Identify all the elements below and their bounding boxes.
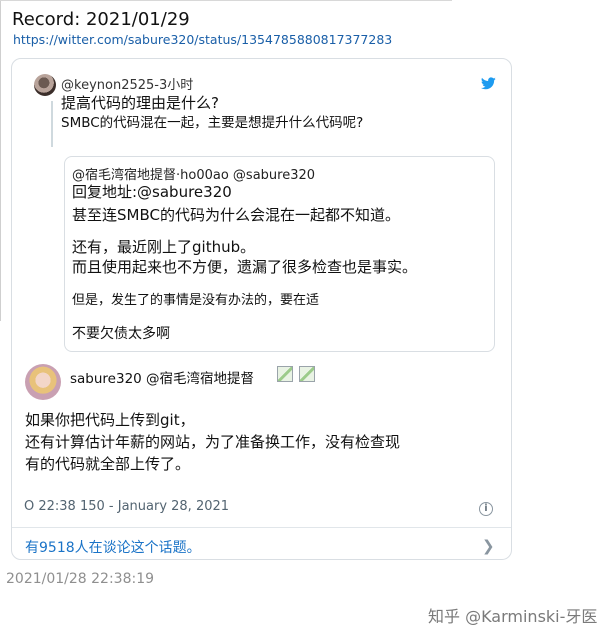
thread-connector bbox=[51, 101, 53, 147]
broken-image-icon bbox=[277, 366, 293, 382]
tweet-text-line: 如果你把代码上传到git， bbox=[25, 411, 195, 429]
embedded-reply-to: 回复地址:@sabure320 bbox=[72, 183, 232, 201]
tweet-url-link[interactable]: https://witter.com/sabure320/status/1354… bbox=[13, 32, 392, 47]
author-name[interactable]: sabure320 @宿毛湾宿地提督 bbox=[70, 367, 254, 387]
window-edge-top bbox=[0, 0, 452, 1]
quoted-handle[interactable]: @keynon2525-3小时 bbox=[61, 74, 193, 93]
discussion-link[interactable]: 有9518人在谈论这个话题。 bbox=[25, 537, 201, 557]
quoted-text-line: 提高代码的理由是什么? bbox=[61, 94, 219, 112]
capture-timestamp: 2021/01/28 22:38:19 bbox=[6, 571, 155, 587]
embedded-text-line: 而且使用起来也不方便，遗漏了很多检查也是事实。 bbox=[72, 258, 418, 276]
record-title: Record: 2021/01/29 bbox=[12, 9, 190, 30]
embedded-text-line: 还有，最近刚上了github。 bbox=[72, 238, 256, 256]
twitter-bird-icon[interactable] bbox=[481, 77, 496, 90]
chevron-right-icon[interactable]: ❯ bbox=[482, 537, 495, 555]
watermark: 知乎 @Karminski-牙医 bbox=[428, 607, 598, 626]
divider bbox=[12, 527, 511, 528]
embedded-text-line: 但是，发生了的事情是没有办法的，要在适 bbox=[72, 293, 320, 308]
embedded-text-line: 甚至连SMBC的代码为什么会混在一起都不知道。 bbox=[72, 206, 400, 224]
quoted-text-line: SMBC的代码混在一起，主要是想提升什么代码呢? bbox=[61, 115, 364, 131]
avatar[interactable] bbox=[34, 74, 56, 96]
embedded-text-line: 不要欠债太多啊 bbox=[72, 326, 170, 342]
info-icon[interactable]: i bbox=[479, 502, 493, 516]
author-avatar[interactable] bbox=[25, 364, 61, 400]
tweet-text-line: 还有计算估计年薪的网站，为了准备换工作，没有检查现 bbox=[25, 433, 401, 451]
broken-image-icon bbox=[299, 366, 315, 382]
tweet-text-line: 有的代码就全部上传了。 bbox=[25, 455, 191, 473]
window-edge-left bbox=[0, 0, 1, 321]
tweet-metadata[interactable]: O 22:38 150 - January 28, 2021 bbox=[24, 499, 229, 514]
